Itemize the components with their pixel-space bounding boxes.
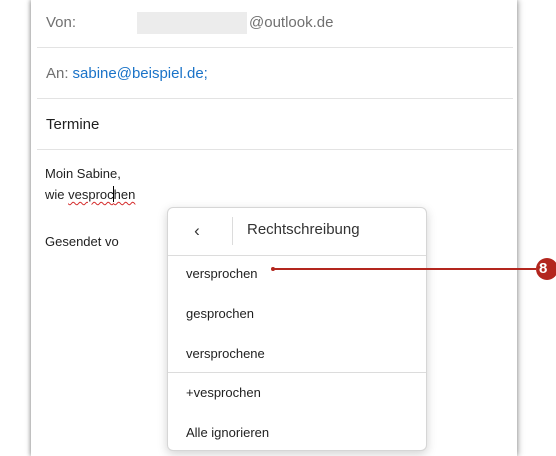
to-label: An: [46,65,69,82]
from-row: Von: @outlook.de [46,12,446,36]
back-chevron-icon[interactable]: ‹ [186,220,208,242]
suggestion-item[interactable]: versprochen [186,266,258,281]
add-to-dictionary-item[interactable]: +vesprochen [186,385,261,400]
to-recipient[interactable]: sabine@beispiel.de; [73,65,208,82]
subject-field[interactable]: Termine [46,116,99,133]
body-signature: Gesendet vo [45,234,119,249]
spellcheck-context-menu: ‹ Rechtschreibung versprochen gesprochen… [167,207,427,451]
callout-number-badge: 8 [536,258,556,280]
body-line-2-prefix: wie [45,187,69,202]
divider [37,149,513,150]
misspelled-word-part2: hen [113,187,136,202]
to-row[interactable]: An: sabine@beispiel.de; [46,65,208,82]
divider [37,47,513,48]
ignore-all-item[interactable]: Alle ignorieren [186,425,269,440]
from-label: Von: [46,14,77,31]
menu-divider [168,255,426,256]
misspelled-word-part1: vesproc [68,187,114,202]
menu-header-divider [232,217,233,245]
divider [37,98,513,99]
body-line-2[interactable]: wie vesprochen [45,186,135,202]
menu-divider [168,372,426,373]
callout-line [272,268,536,270]
misspelled-word[interactable]: vesprochen [68,186,136,202]
body-greeting[interactable]: Moin Sabine, [45,166,121,181]
redacted-sender [137,12,247,34]
suggestion-item[interactable]: versprochene [186,346,265,361]
menu-header: ‹ Rechtschreibung [168,208,426,254]
from-domain: @outlook.de [249,14,334,31]
suggestion-item[interactable]: gesprochen [186,306,254,321]
menu-title: Rechtschreibung [247,221,360,238]
callout-anchor [271,267,275,271]
